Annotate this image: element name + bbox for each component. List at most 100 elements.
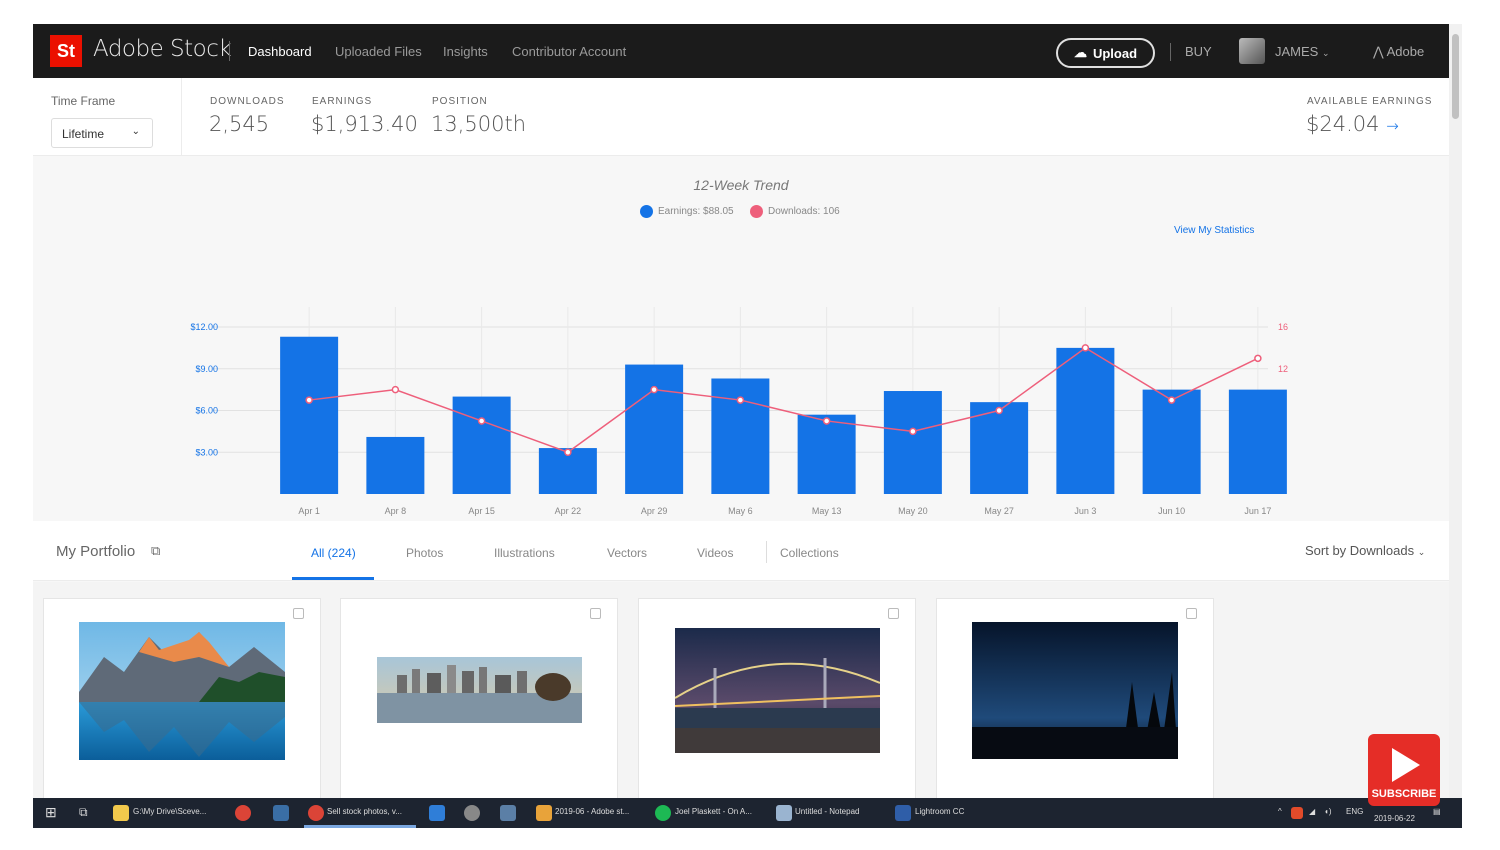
taskbar-app-drive[interactable]: 2019-06 - Adobe st... <box>555 807 629 816</box>
taskbar-app-lightroom[interactable]: Lightroom CC <box>915 807 964 816</box>
google-drive-icon[interactable] <box>536 805 552 821</box>
earnings-bar <box>625 364 684 494</box>
language-indicator[interactable]: ENG <box>1346 807 1363 816</box>
adobe-stock-logo[interactable]: St <box>50 35 82 67</box>
downloads-point <box>650 385 658 394</box>
upload-button[interactable]: ☁ Upload <box>1056 38 1155 68</box>
tab-vectors[interactable]: Vectors <box>607 546 647 560</box>
earnings-bar <box>1142 389 1201 494</box>
y-axis-left-tick: $6.00 <box>195 406 218 416</box>
app-icon[interactable] <box>500 805 516 821</box>
earnings-value: $1,913.40 <box>311 112 418 136</box>
earnings-bar <box>280 336 339 494</box>
top-navigation: St Adobe Stock Dashboard Uploaded Files … <box>33 24 1449 78</box>
windows-start-icon[interactable]: ⊞ <box>45 804 57 821</box>
downloads-point <box>305 396 313 404</box>
asset-card[interactable] <box>936 598 1214 828</box>
stats-bar: Time Frame Lifetime ⌄ DOWNLOADS 2,545 EA… <box>33 78 1449 156</box>
y-axis-right-tick: 12 <box>1278 364 1288 374</box>
user-menu[interactable]: JAMES ⌄ <box>1275 44 1330 59</box>
select-checkbox[interactable] <box>293 608 304 619</box>
available-earnings-link[interactable]: $24.04 → <box>1306 112 1399 136</box>
divider <box>229 41 230 61</box>
notifications-icon[interactable]: ▤ <box>1433 807 1441 816</box>
y-axis-left-tick: $3.00 <box>195 447 218 457</box>
divider <box>1170 43 1171 61</box>
task-view-icon[interactable]: ⧉ <box>79 805 88 820</box>
nav-insights[interactable]: Insights <box>443 44 488 59</box>
asset-card[interactable] <box>340 598 618 828</box>
x-axis-tick: Apr 22 <box>555 506 582 516</box>
scrollbar-thumb[interactable] <box>1452 34 1459 119</box>
x-axis-tick: May 20 <box>898 506 928 516</box>
select-checkbox[interactable] <box>1186 608 1197 619</box>
lightroom-icon[interactable] <box>895 805 911 821</box>
buy-link[interactable]: BUY <box>1185 44 1212 59</box>
x-axis-tick: Apr 15 <box>468 506 495 516</box>
taskbar-app-browser[interactable]: Sell stock photos, v... <box>327 807 402 816</box>
asset-card[interactable] <box>638 598 916 828</box>
notepad-icon[interactable] <box>776 805 792 821</box>
file-explorer-icon[interactable] <box>113 805 129 821</box>
divider <box>181 78 182 156</box>
downloads-point <box>909 427 917 436</box>
tray-app-icon[interactable] <box>1291 807 1303 819</box>
tab-videos[interactable]: Videos <box>697 546 733 560</box>
available-earnings-value: $24.04 <box>1306 112 1380 136</box>
downloads-label: DOWNLOADS <box>210 96 285 107</box>
chrome-icon[interactable] <box>235 805 251 821</box>
spotify-icon[interactable] <box>655 805 671 821</box>
play-icon <box>1392 748 1420 782</box>
position-value: 13,500th <box>431 112 527 136</box>
timeframe-select[interactable]: Lifetime ⌄ <box>51 118 153 148</box>
trend-chart-panel: 12-Week Trend Earnings: $88.05 Downloads… <box>33 157 1449 520</box>
earnings-bar <box>1228 389 1287 494</box>
downloads-point <box>1254 354 1262 363</box>
taskbar-app-explorer[interactable]: G:\My Drive\Sceve... <box>133 807 206 816</box>
portfolio-grid <box>33 582 1449 828</box>
adobe-link[interactable]: ⋀ Adobe <box>1373 44 1424 60</box>
app-icon[interactable] <box>464 805 480 821</box>
asset-thumbnail-mountain-lake[interactable] <box>79 622 285 760</box>
trend-chart: $3.00$6.00$9.00$12.00481216Apr 1Apr 8Apr… <box>190 307 1288 516</box>
asset-thumbnail-bridge-night[interactable] <box>675 628 880 753</box>
chrome-icon[interactable] <box>308 805 324 821</box>
timeframe-label: Time Frame <box>51 94 116 108</box>
x-axis-tick: Apr 1 <box>298 506 320 516</box>
nav-contributor-account[interactable]: Contributor Account <box>512 44 626 59</box>
brand-name[interactable]: Adobe Stock <box>93 36 232 62</box>
select-checkbox[interactable] <box>888 608 899 619</box>
clock-date[interactable]: 2019-06-22 <box>1374 814 1415 823</box>
page-scrollbar[interactable] <box>1449 24 1462 828</box>
tab-photos[interactable]: Photos <box>406 546 443 560</box>
asset-thumbnail-night-sky[interactable] <box>972 622 1178 759</box>
x-axis-tick: Jun 17 <box>1244 506 1271 516</box>
chevron-down-icon: ⌄ <box>1417 547 1426 557</box>
x-axis-tick: May 6 <box>728 506 753 516</box>
tab-all[interactable]: All (224) <box>311 546 356 560</box>
nav-uploaded-files[interactable]: Uploaded Files <box>335 44 422 59</box>
avatar[interactable] <box>1239 38 1265 64</box>
select-checkbox[interactable] <box>590 608 601 619</box>
tab-collections[interactable]: Collections <box>780 546 839 560</box>
chevron-down-icon: ⌄ <box>1321 48 1330 58</box>
youtube-subscribe-button[interactable]: SUBSCRIBE <box>1368 734 1440 806</box>
position-label: POSITION <box>432 96 488 107</box>
taskbar-app-notepad[interactable]: Untitled - Notepad <box>795 807 859 816</box>
timeframe-value: Lifetime <box>62 127 105 141</box>
chevron-up-icon[interactable]: ^ <box>1278 807 1282 816</box>
network-icon[interactable]: ◢ <box>1309 807 1315 816</box>
user-name: JAMES <box>1275 44 1319 59</box>
asset-card[interactable] <box>43 598 321 828</box>
app-icon[interactable] <box>273 805 289 821</box>
asset-thumbnail-city-skyline[interactable] <box>377 657 582 723</box>
external-link-icon[interactable]: ⧉ <box>151 543 160 559</box>
nav-dashboard[interactable]: Dashboard <box>248 44 312 59</box>
volume-icon[interactable]: ◖) <box>1324 807 1332 816</box>
tab-illustrations[interactable]: Illustrations <box>494 546 555 560</box>
sort-label: Sort by Downloads <box>1305 543 1415 558</box>
vscode-icon[interactable] <box>429 805 445 821</box>
taskbar-app-spotify[interactable]: Joel Plaskett - On A... <box>675 807 752 816</box>
sort-dropdown[interactable]: Sort by Downloads ⌄ <box>1305 543 1425 558</box>
earnings-bar <box>366 436 425 494</box>
